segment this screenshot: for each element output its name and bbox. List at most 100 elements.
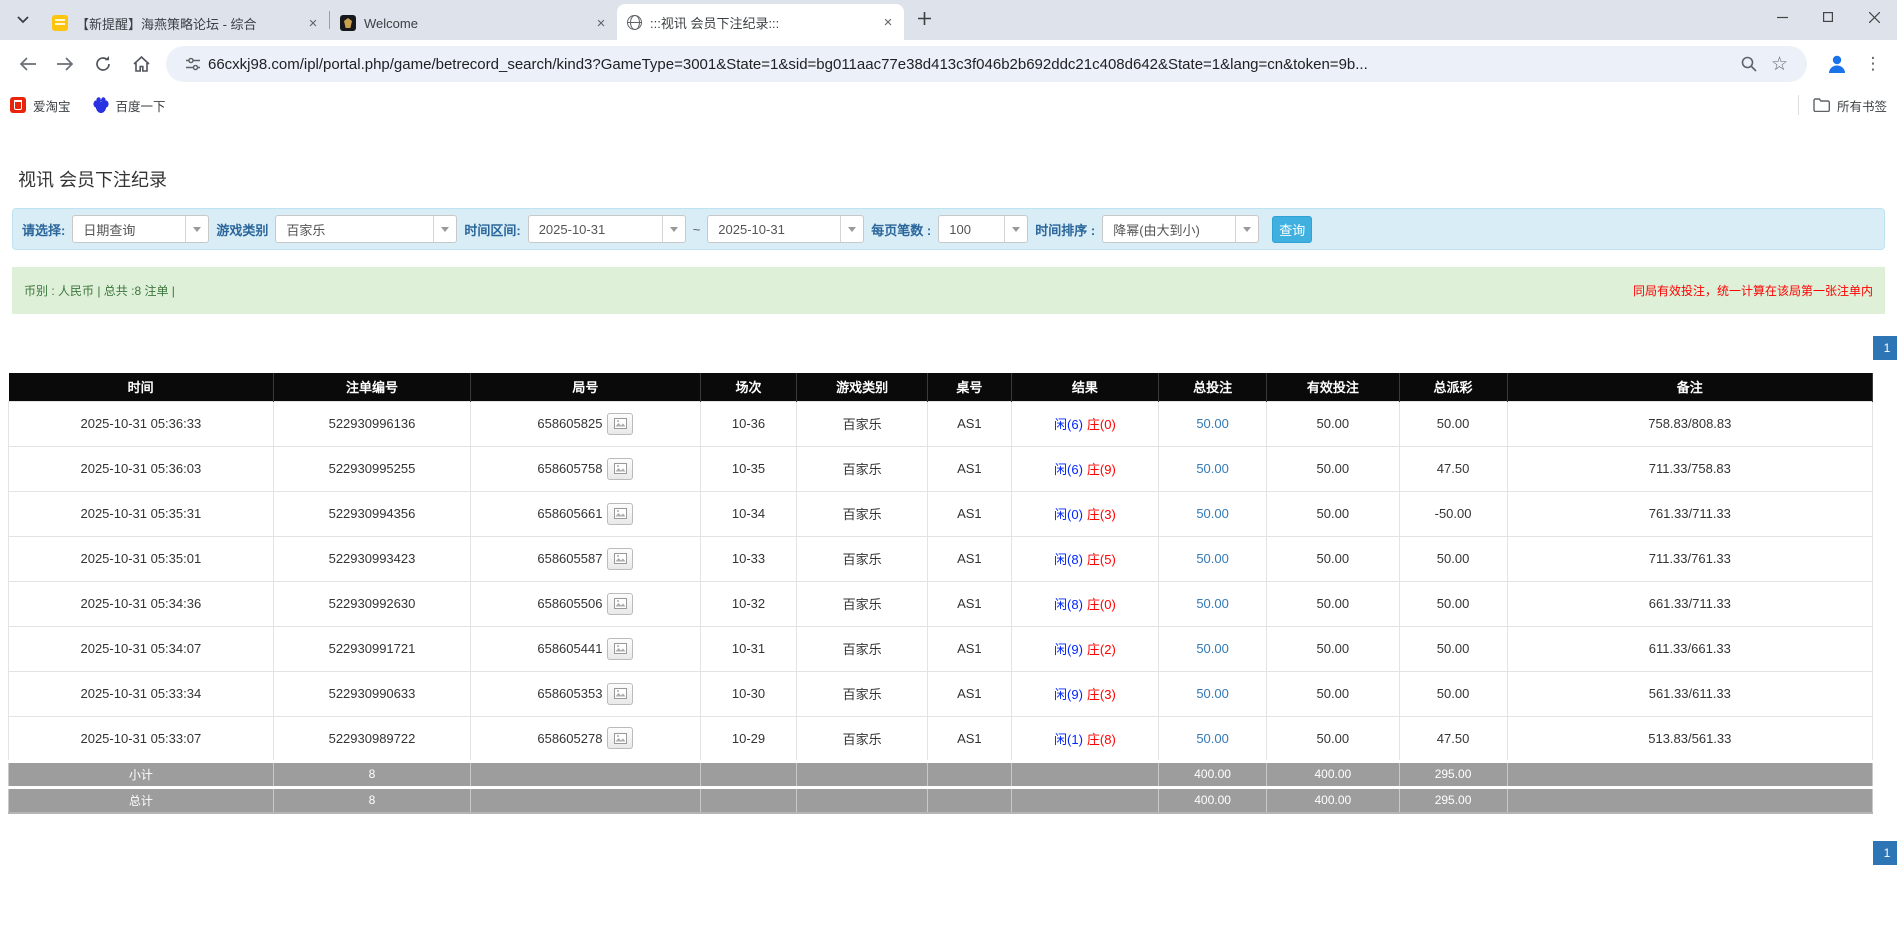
cell-game-type: 百家乐 [796,670,928,717]
round-preview-button[interactable] [607,502,634,525]
cell-time: 2025-10-31 05:35:01 [8,535,274,582]
maximize-icon [1823,12,1833,22]
total-bet-link[interactable]: 50.00 [1196,596,1229,611]
browser-tab[interactable]: Welcome × [330,6,617,40]
bookmark-item[interactable]: 爱淘宝 [10,96,71,115]
zoom-icon[interactable] [1741,56,1757,72]
bookmark-icon [10,97,26,113]
profile-icon[interactable] [1821,48,1853,80]
cell-table-no: AS1 [926,535,1012,582]
menu-icon[interactable]: ⋮ [1857,48,1889,80]
all-bookmarks-label: 所有书签 [1836,99,1887,114]
cell-payout: 47.50 [1398,715,1508,762]
cell-result: 闲(0) 庄(3) [1010,490,1160,537]
cell-total-bet: 50.00 [1158,445,1268,492]
result-player: 闲(8) [1054,597,1083,612]
address-bar[interactable]: 66cxkj98.com/ipl/portal.php/game/betreco… [166,46,1807,82]
result-banker: 庄(2) [1086,642,1116,657]
tab-close-icon[interactable]: × [593,15,609,31]
round-preview-button[interactable] [607,682,634,705]
cell-table-no: AS1 [926,625,1012,672]
close-button[interactable] [1851,0,1897,34]
cell-payout: 50.00 [1398,670,1508,717]
total-bet-link[interactable]: 50.00 [1196,686,1229,701]
cell-time: 2025-10-31 05:36:33 [8,400,274,447]
summary-count: 8 [272,759,472,788]
browser-tab[interactable]: 【新提醒】海燕策略论坛 - 综合 × [42,6,329,40]
minimize-button[interactable] [1759,0,1805,34]
query-type-select[interactable]: 日期查询 [72,215,210,243]
summary-row: 小计 8 400.00 400.00 295.00 [8,759,1874,788]
result-banker: 庄(0) [1086,417,1116,432]
round-preview-button[interactable] [607,457,634,480]
page-1-button[interactable]: 1 [1873,841,1897,865]
note-text: 同局有效投注，统一计算在该局第一张注单内 [1632,284,1873,298]
round-preview-button[interactable] [607,412,634,435]
total-bet-link[interactable]: 50.00 [1196,731,1229,746]
tab-search-button[interactable] [8,5,38,35]
filter-bar: 请选择: 日期查询 游戏类别 百家乐 时间区间: 2025-10-31 ~ 20… [12,208,1885,250]
bookmark-item[interactable]: 百度一下 [92,96,166,115]
cell-valid-bet: 50.00 [1266,715,1400,762]
round-preview-button[interactable] [607,547,634,570]
round-preview-button[interactable] [607,637,634,660]
all-bookmarks[interactable]: 所有书签 [1797,95,1887,115]
total-bet-link[interactable]: 50.00 [1196,551,1229,566]
summary-valid-bet: 400.00 [1266,785,1400,814]
cell-session: 10-29 [699,715,798,762]
total-bet-link[interactable]: 50.00 [1196,416,1229,431]
folder-icon [1813,98,1830,112]
maximize-button[interactable] [1805,0,1851,34]
column-header: 时间 [8,373,274,401]
image-icon [613,463,627,474]
sort-label: 时间排序 : [1035,222,1096,238]
sort-order-select[interactable]: 降幂(由大到小) [1102,215,1260,243]
bookmark-star-icon[interactable]: ☆ [1771,53,1788,76]
cell-payout: 50.00 [1398,580,1508,627]
cell-round: 658605587 [470,535,701,582]
back-button[interactable] [10,47,44,81]
reload-button[interactable] [86,47,120,81]
page-content: 视讯 会员下注纪录 请选择: 日期查询 游戏类别 百家乐 时间区间: 2025-… [0,166,1897,865]
total-bet-link[interactable]: 50.00 [1196,641,1229,656]
table-row: 2025-10-31 05:33:07 522930989722 6586052… [8,715,1874,762]
column-header: 局号 [470,373,701,401]
new-tab-button[interactable] [910,4,938,32]
total-bet-link[interactable]: 50.00 [1196,461,1229,476]
summary-total-bet: 400.00 [1158,785,1268,814]
cell-total-bet: 50.00 [1158,580,1268,627]
result-player: 闲(8) [1054,552,1083,567]
browser-tab[interactable]: :::视讯 会员下注纪录::: × [617,4,904,40]
cell-valid-bet: 50.00 [1266,670,1400,717]
forward-button[interactable] [48,47,82,81]
round-preview-button[interactable] [607,592,634,615]
page-1-button[interactable]: 1 [1873,336,1897,360]
date-to-select[interactable]: 2025-10-31 [707,215,865,243]
table-row: 2025-10-31 05:35:01 522930993423 6586055… [8,535,1874,582]
cell-round: 658605506 [470,580,701,627]
url-text[interactable]: 66cxkj98.com/ipl/portal.php/game/betreco… [208,56,1734,73]
image-icon [613,643,627,654]
round-number: 658605758 [537,461,603,476]
round-preview-button[interactable] [607,727,634,749]
tune-icon[interactable] [185,56,201,72]
column-header: 场次 [700,373,798,401]
image-icon [613,553,627,564]
date-from-select[interactable]: 2025-10-31 [527,215,686,243]
game-type-select[interactable]: 百家乐 [275,215,458,243]
home-button[interactable] [124,47,158,81]
cell-result: 闲(8) 庄(0) [1010,580,1160,627]
result-player: 闲(9) [1054,642,1083,657]
table-row: 2025-10-31 05:35:31 522930994356 6586056… [8,490,1874,537]
tab-close-icon[interactable]: × [880,14,896,30]
total-bet-link[interactable]: 50.00 [1196,506,1229,521]
range-separator: ~ [692,221,701,237]
cell-valid-bet: 50.00 [1266,625,1400,672]
cell-table-no: AS1 [926,580,1012,627]
page-size-select[interactable]: 100 [938,215,1029,243]
url-toolbar: 66cxkj98.com/ipl/portal.php/game/betreco… [0,40,1897,88]
search-button[interactable]: 查询 [1272,215,1313,243]
cell-payout: 47.50 [1398,445,1508,492]
tab-close-icon[interactable]: × [305,15,321,31]
game-type-label: 游戏类别 [216,222,269,238]
